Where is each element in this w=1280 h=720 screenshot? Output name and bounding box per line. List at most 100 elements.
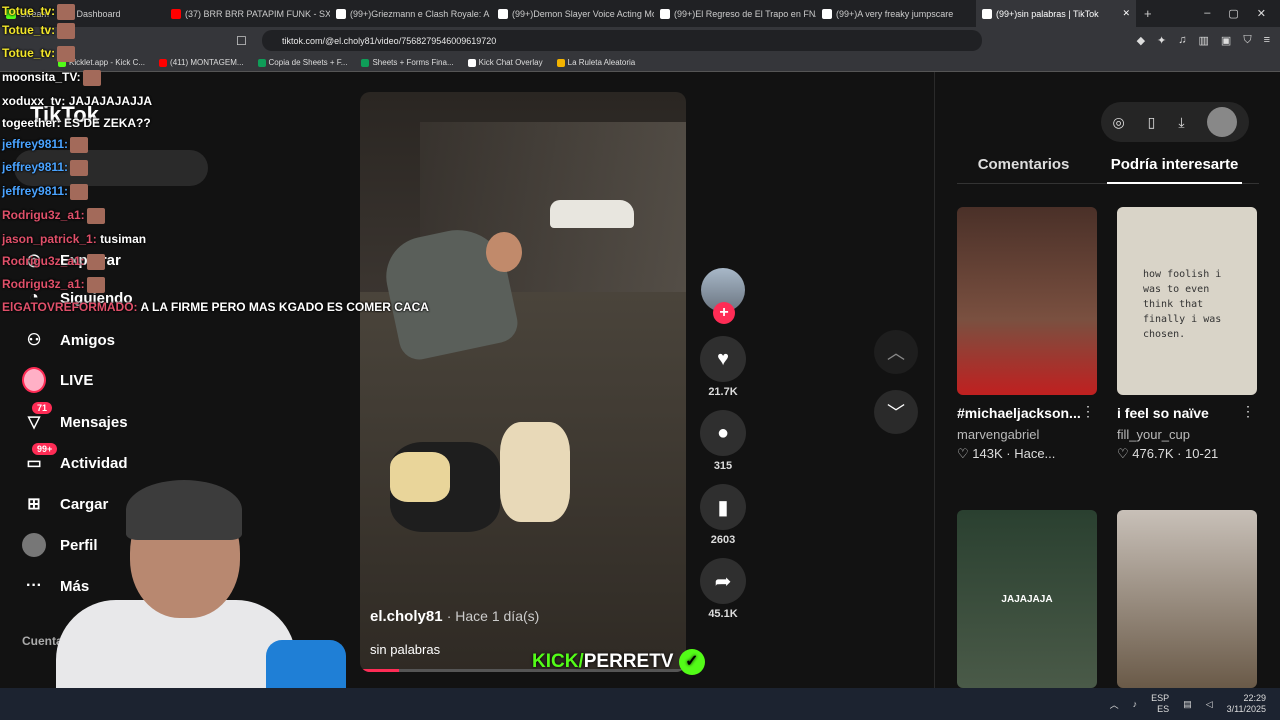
video-player[interactable]: el.choly81 · Hace 1 día(s) sin palabras [360, 92, 686, 672]
video-author[interactable]: el.choly81 · Hace 1 día(s) [370, 608, 539, 625]
heart-icon: ♥ [717, 347, 729, 370]
chevron-up-icon[interactable]: ︿ [1110, 698, 1119, 711]
heart-outline-icon: ♡ [1117, 446, 1129, 461]
video-frame-bag [390, 452, 450, 502]
chat-emote [70, 137, 89, 153]
url-field[interactable]: tiktok.com/@el.choly81/video/75682795460… [262, 30, 982, 51]
comment-count: 315 [713, 460, 733, 472]
download-icon[interactable]: ⤓ [1178, 114, 1184, 131]
chat-text: JAJAJAJAJJA [68, 94, 153, 108]
language-indicator[interactable]: ESP ES [1151, 693, 1169, 715]
close-tab-icon[interactable]: ✕ [1122, 8, 1130, 19]
microphone-icon[interactable]: ♪ [1133, 699, 1138, 709]
messages-icon: ▽ 71 [22, 402, 53, 434]
music-icon[interactable]: ♫ [1178, 34, 1186, 47]
chat-username: xoduxx_tv: [2, 94, 66, 108]
browser-tab[interactable]: (99+)A very freaky jumpscare [816, 0, 976, 27]
save-button[interactable]: ▮ [700, 484, 746, 530]
more-options-icon[interactable]: ⋮ [1081, 403, 1095, 420]
puzzle-icon[interactable]: ✦ [1157, 34, 1166, 47]
chat-username: togeether: [2, 116, 61, 130]
previous-video-button[interactable]: ︿ [874, 330, 918, 374]
chat-emote [86, 254, 105, 270]
extension-icon[interactable]: ◆ [1137, 34, 1145, 47]
recommended-card[interactable] [1117, 510, 1257, 688]
recommended-card[interactable]: JAJAJAJA [957, 510, 1097, 688]
comment-button[interactable]: ● [700, 410, 746, 456]
minimize-icon[interactable]: – [1204, 7, 1210, 20]
volume-icon[interactable]: ◁ [1206, 699, 1213, 710]
browser-tab[interactable]: (99+)Demon Slayer Voice Acting Mo [492, 0, 654, 27]
streamer-webcam [56, 480, 356, 720]
tab-comentarios[interactable]: Comentarios [978, 156, 1070, 173]
browser-tab-active[interactable]: (99+)sin palabras | TikTok ✕ [976, 0, 1136, 27]
upload-icon: ⊞ [27, 496, 41, 513]
maximize-icon[interactable]: ▢ [1228, 7, 1238, 20]
video-frame-car [550, 200, 634, 228]
follow-plus-icon[interactable]: + [713, 302, 735, 324]
share-count: 45.1K [708, 608, 738, 620]
activity-icon: ▭ 99+ [22, 443, 58, 475]
video-caption: sin palabras [370, 642, 441, 657]
chat-emote [70, 160, 89, 176]
browser-tab[interactable]: (99+)Griezmann e Clash Royale: A E [330, 0, 492, 27]
messages-badge: 71 [32, 402, 53, 414]
chevron-up-icon: ︿ [887, 343, 905, 363]
chat-username: Totue_tv: [2, 4, 56, 19]
sidebar-icon[interactable]: ▥ [1199, 34, 1209, 47]
system-clock[interactable]: 22:29 3/11/2025 [1227, 693, 1266, 715]
bookmark-item[interactable]: Kick Chat Overlay [467, 58, 543, 67]
browser-tab[interactable]: (99+)El Regreso de El Trapo en FNAF [654, 0, 816, 27]
recommended-card[interactable]: #michaeljackson... marvengabriel ♡ 143K … [957, 207, 1097, 462]
chat-message: jeffrey9811: [2, 160, 89, 176]
bookmark-item[interactable]: Sheets + Forms Fina... [361, 58, 454, 67]
nav-amigos[interactable]: ⚇ Amigos [22, 328, 115, 352]
card-meta: ♡ 143K · Hace... [957, 446, 1056, 461]
tab-podria-interesarte[interactable]: Podría interesarte [1106, 156, 1242, 184]
toolbar-icons: ◆ ✦ ♫ ▥ ▣ ⛉ ≡ [1137, 34, 1280, 47]
youtube-icon [171, 8, 181, 19]
chat-message: Rodrigu3z_a1: [2, 208, 105, 224]
browser-tab[interactable]: (37) BRR BRR PATAPIM FUNK - SXYG [165, 0, 330, 27]
user-avatar[interactable] [1207, 107, 1238, 137]
chat-text: A LA FIRME PERO MAS KGADO ES COMER CACA [140, 300, 429, 314]
shield-icon[interactable]: ⛉ [1243, 34, 1251, 47]
nav-actividad[interactable]: ▭ 99+ Actividad [22, 443, 128, 475]
like-count: 21.7K [708, 386, 738, 398]
nav-mensajes[interactable]: ▽ 71 Mensajes [22, 402, 128, 434]
recommended-card[interactable]: how foolish i was to even think that fin… [1117, 207, 1257, 462]
compass-icon[interactable]: ◎ [1112, 114, 1124, 131]
bookmark-item[interactable]: La Ruleta Aleatoria [556, 58, 635, 67]
video-frame-person-head [486, 232, 522, 272]
share-button[interactable]: ➦ [700, 558, 746, 604]
like-button[interactable]: ♥ [700, 336, 746, 382]
chat-message: Rodrigu3z_a1: [2, 254, 105, 270]
close-window-icon[interactable]: ✕ [1257, 7, 1266, 20]
wallet-icon[interactable]: ▣ [1221, 34, 1231, 47]
nav-live[interactable]: LIVE [22, 367, 93, 393]
video-frame-bag [500, 422, 570, 522]
share-icon: ➦ [714, 570, 732, 593]
friends-icon: ⚇ [26, 332, 42, 349]
card-meta: ♡ 476.7K · 10-21 [1117, 446, 1219, 461]
menu-icon[interactable]: ≡ [1264, 34, 1270, 47]
chat-message: ElGATOVREFORMADO: A LA FIRME PERO MAS KG… [2, 300, 429, 314]
chat-text: tusiman [100, 232, 147, 246]
next-video-button[interactable]: ﹀ [874, 390, 918, 434]
bookmark-icon[interactable]: ☐ [236, 34, 247, 48]
card-thumbnail [1117, 510, 1257, 688]
more-icon: ··· [26, 577, 42, 594]
bookmark-item[interactable]: Copia de Sheets + F... [257, 58, 347, 67]
chat-username: Rodrigu3z_a1: [2, 208, 85, 223]
right-tabs: Comentarios Podría interesarte [957, 156, 1259, 184]
phone-icon[interactable]: ▯ [1148, 114, 1156, 131]
network-icon[interactable]: ▤ [1183, 699, 1192, 710]
bookmark-icon: ▮ [717, 496, 729, 519]
chevron-down-icon: ﹀ [887, 403, 905, 423]
new-tab-icon[interactable]: + [1136, 6, 1160, 21]
video-progress-fill [360, 669, 400, 672]
bookmark-item[interactable]: (411) MONTAGEM... [159, 58, 244, 67]
more-options-icon[interactable]: ⋮ [1241, 403, 1255, 420]
chat-emote [57, 23, 76, 39]
author-avatar[interactable]: + [701, 268, 745, 324]
